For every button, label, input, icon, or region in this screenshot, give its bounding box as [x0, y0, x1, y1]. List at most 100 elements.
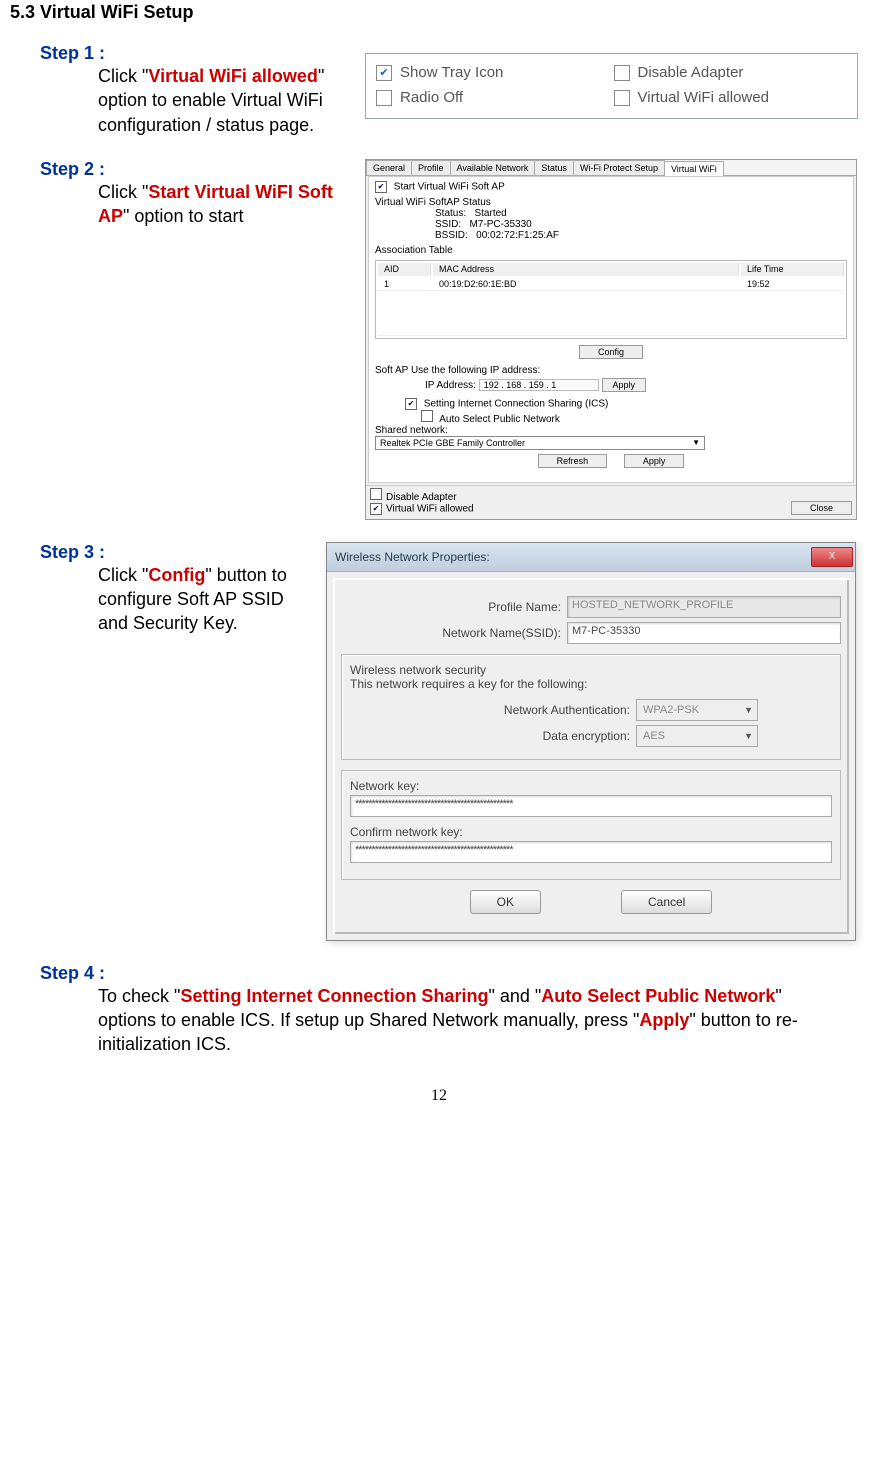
- shared-network-dropdown[interactable]: Realtek PCIe GBE Family Controller ▼: [375, 436, 705, 450]
- checkbox-icon: [370, 488, 382, 500]
- cancel-button[interactable]: Cancel: [621, 890, 712, 914]
- ip-address-field[interactable]: 192 . 168 . 159 . 1: [479, 379, 599, 391]
- status-value: Started: [474, 208, 506, 219]
- text: To check ": [98, 986, 180, 1006]
- step-3-label: Step 3 :: [40, 542, 316, 563]
- highlight-text: Auto Select Public Network: [541, 986, 775, 1006]
- checkbox-icon: [376, 90, 392, 106]
- tab-general[interactable]: General: [366, 160, 412, 175]
- ip-heading: Soft AP Use the following IP address:: [375, 365, 847, 376]
- option-disable-adapter[interactable]: Disable Adapter: [612, 60, 850, 85]
- cell-mac: 00:19:D2:60:1E:BD: [433, 278, 739, 291]
- checkbox-icon: [614, 90, 630, 106]
- bssid-label: BSSID:: [435, 230, 468, 241]
- profile-name-field[interactable]: HOSTED_NETWORK_PROFILE: [567, 596, 841, 618]
- option-virtual-wifi[interactable]: Virtual WiFi allowed: [612, 85, 850, 110]
- highlight-text: Config: [148, 565, 205, 585]
- encryption-label: Data encryption:: [350, 729, 636, 743]
- ssid-value: M7-PC-35330: [469, 219, 531, 230]
- config-button[interactable]: Config: [579, 345, 643, 359]
- ssid-label: SSID:: [435, 219, 461, 230]
- security-subtext: This network requires a key for the foll…: [350, 677, 832, 691]
- network-key-label: Network key:: [350, 779, 832, 793]
- step-4-text: To check "Setting Internet Connection Sh…: [98, 984, 818, 1057]
- cell-lifetime: 19:52: [741, 278, 844, 291]
- softap-status-heading: Virtual WiFi SoftAP Status: [375, 197, 847, 208]
- chevron-down-icon: ▼: [744, 705, 753, 715]
- document-page: 5.3 Virtual WiFi Setup Step 1 : Click "V…: [0, 2, 878, 1135]
- security-groupbox: Wireless network security This network r…: [341, 654, 841, 760]
- dialog-title: Wireless Network Properties:: [335, 550, 490, 564]
- status-label: Status:: [435, 208, 466, 219]
- label: Show Tray Icon: [400, 64, 503, 81]
- ok-button[interactable]: OK: [470, 890, 541, 914]
- step-3-text: Click "Config" button to configure Soft …: [98, 563, 316, 636]
- col-mac: MAC Address: [433, 263, 739, 276]
- text: Click ": [98, 565, 148, 585]
- checkbox-icon: [421, 410, 433, 422]
- wireless-properties-dialog: Wireless Network Properties: X Profile N…: [326, 542, 856, 941]
- confirm-key-field[interactable]: ****************************************…: [350, 841, 832, 863]
- tab-wps[interactable]: Wi-Fi Protect Setup: [573, 160, 665, 175]
- dropdown-value: AES: [643, 730, 665, 742]
- label: Start Virtual WiFi Soft AP: [394, 181, 505, 192]
- tab-bar: General Profile Available Network Status…: [366, 160, 856, 176]
- tab-status[interactable]: Status: [534, 160, 574, 175]
- auto-select-option[interactable]: Auto Select Public Network: [421, 410, 847, 425]
- label: Auto Select Public Network: [439, 414, 560, 425]
- highlight-text: Virtual WiFi allowed: [148, 66, 318, 86]
- highlight-text: Setting Internet Connection Sharing: [180, 986, 488, 1006]
- text: " and ": [488, 986, 541, 1006]
- profile-name-label: Profile Name:: [341, 600, 567, 614]
- shared-network-label: Shared network:: [375, 425, 847, 436]
- refresh-button[interactable]: Refresh: [538, 454, 608, 468]
- chevron-down-icon: ▼: [744, 731, 753, 741]
- step-3-block: Step 3 : Click "Config" button to config…: [10, 542, 868, 941]
- tab-virtual-wifi[interactable]: Virtual WiFi: [664, 161, 724, 176]
- text: Click ": [98, 182, 148, 202]
- apply-ip-button[interactable]: Apply: [602, 378, 647, 392]
- label: Radio Off: [400, 89, 463, 106]
- col-aid: AID: [378, 263, 431, 276]
- confirm-key-label: Confirm network key:: [350, 825, 832, 839]
- step-2-text: Click "Start Virtual WiFI Soft AP" optio…: [98, 180, 343, 229]
- start-soft-ap-option[interactable]: Start Virtual WiFi Soft AP: [375, 181, 847, 193]
- footer-virtual-wifi[interactable]: Virtual WiFi allowed: [370, 503, 474, 515]
- checkbox-icon: [375, 181, 387, 193]
- text: " option to start: [123, 206, 243, 226]
- close-button[interactable]: Close: [791, 501, 852, 515]
- checkbox-icon: [370, 503, 382, 515]
- checkbox-icon: [376, 65, 392, 81]
- network-key-field[interactable]: ****************************************…: [350, 795, 832, 817]
- tab-available-network[interactable]: Available Network: [450, 160, 536, 175]
- ics-option[interactable]: Setting Internet Connection Sharing (ICS…: [405, 398, 847, 410]
- label: Disable Adapter: [638, 64, 744, 81]
- step-4-label: Step 4 :: [40, 963, 868, 984]
- chevron-down-icon: ▼: [692, 438, 700, 447]
- ssid-field[interactable]: M7-PC-35330: [567, 622, 841, 644]
- encryption-dropdown[interactable]: AES ▼: [636, 725, 758, 747]
- step-1-text: Click "Virtual WiFi allowed" option to e…: [98, 64, 343, 137]
- apply-button[interactable]: Apply: [624, 454, 685, 468]
- tab-profile[interactable]: Profile: [411, 160, 451, 175]
- footer-disable-adapter[interactable]: Disable Adapter: [370, 488, 474, 503]
- cell-aid: 1: [378, 278, 431, 291]
- label: Virtual WiFi allowed: [638, 89, 769, 106]
- checkbox-icon: [614, 65, 630, 81]
- text: Click ": [98, 66, 148, 86]
- auth-dropdown[interactable]: WPA2-PSK ▼: [636, 699, 758, 721]
- utility-panel: General Profile Available Network Status…: [365, 159, 857, 520]
- table-row[interactable]: 1 00:19:D2:60:1E:BD 19:52: [378, 278, 844, 291]
- step-1-block: Step 1 : Click "Virtual WiFi allowed" op…: [10, 43, 868, 137]
- label: Virtual WiFi allowed: [386, 503, 474, 514]
- dropdown-value: WPA2-PSK: [643, 704, 699, 716]
- highlight-text: Apply: [639, 1010, 689, 1030]
- section-heading: 5.3 Virtual WiFi Setup: [10, 2, 868, 23]
- option-radio-off[interactable]: Radio Off: [374, 85, 612, 110]
- col-lifetime: Life Time: [741, 263, 844, 276]
- close-icon[interactable]: X: [811, 547, 853, 567]
- step-1-label: Step 1 :: [40, 43, 345, 64]
- association-table: AID MAC Address Life Time 1 00:19:D2:60:…: [375, 260, 847, 339]
- page-number: 12: [10, 1087, 868, 1105]
- option-show-tray[interactable]: Show Tray Icon: [374, 60, 612, 85]
